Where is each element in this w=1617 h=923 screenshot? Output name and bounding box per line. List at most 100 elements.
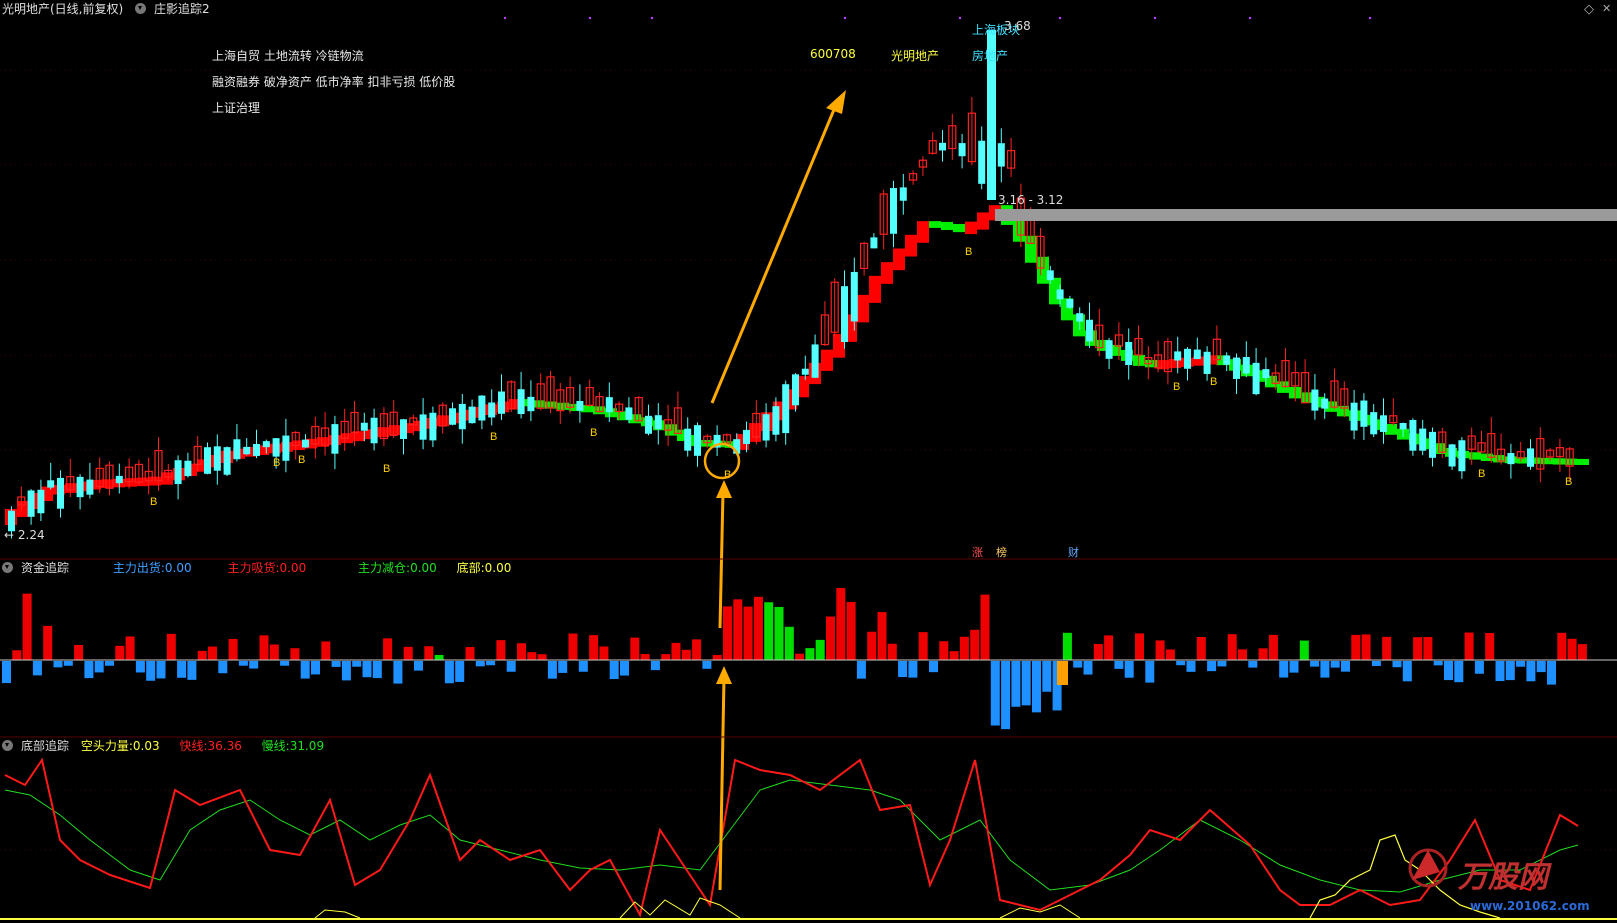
- fund-bar-in: [74, 644, 84, 660]
- candle-body-down: [576, 400, 584, 411]
- candle-body-down: [801, 368, 809, 375]
- candle-body-down: [458, 403, 466, 430]
- candle-body-down: [1242, 357, 1250, 374]
- fund-bar-in: [383, 638, 393, 660]
- buy-marker: B: [298, 454, 305, 466]
- arrow-head-mid: [716, 480, 732, 498]
- candle-body-down: [517, 389, 525, 415]
- candle-body-down: [1321, 398, 1329, 409]
- fund-bar-out: [341, 661, 351, 681]
- trend-segment: [1541, 457, 1553, 465]
- indicator-name[interactable]: 庄影追踪2: [154, 2, 210, 16]
- bottom-track-lines[interactable]: [0, 757, 1617, 920]
- fund-bar-out: [1021, 661, 1031, 706]
- fund-bar-out: [1207, 661, 1217, 672]
- fund-bar-in: [1557, 632, 1567, 660]
- fund-bar-out: [1320, 661, 1330, 678]
- fund-bar-out: [1176, 661, 1186, 666]
- fund-bar-in: [671, 642, 681, 660]
- fund-bar-out: [1124, 661, 1134, 678]
- candle-body-down: [792, 374, 799, 406]
- fund-bar-in: [764, 602, 774, 660]
- fund-bar-out: [547, 661, 557, 679]
- candle-body-down: [272, 438, 280, 457]
- candle-body-down: [184, 460, 192, 477]
- candle-body-down: [57, 477, 64, 509]
- signal-arrows: [703, 90, 846, 891]
- fund-bar-in: [980, 594, 990, 660]
- fund-bar-out: [362, 661, 372, 678]
- candle-body-down: [1448, 444, 1456, 467]
- candle-body-down: [1458, 440, 1466, 472]
- candle-body-down: [939, 142, 946, 151]
- candle-body-down: [174, 460, 182, 485]
- fund-bar-in: [1361, 634, 1371, 660]
- candle-body-down: [997, 143, 1005, 167]
- fund-bar-in: [795, 653, 805, 660]
- fund-bar-in: [1299, 640, 1309, 660]
- fund-bar-in: [774, 606, 784, 660]
- bottom-panel-dropdown-icon[interactable]: [2, 740, 13, 751]
- watermark-logo: [1408, 848, 1448, 888]
- fund-bar-out: [1083, 661, 1093, 675]
- stock-title[interactable]: 光明地产(日线,前复权): [2, 2, 123, 16]
- fund-bar-in: [1238, 649, 1247, 660]
- candle-body-down: [400, 419, 407, 439]
- fund-bar-out: [650, 661, 660, 671]
- bottom-panel-header: 底部追踪 空头力量:0.03 快线:36.36 慢线:31.09: [2, 737, 340, 755]
- fund-bar-out: [1444, 661, 1453, 681]
- event-mark-rise[interactable]: 涨: [972, 544, 983, 560]
- fund-bar-in: [1227, 634, 1237, 660]
- fast-line-legend: 快线:36.36: [179, 739, 242, 753]
- bottom-panel-title[interactable]: 底部追踪: [21, 739, 69, 753]
- close-icon[interactable]: ✕: [1602, 2, 1611, 15]
- buy-marker: B: [590, 427, 597, 439]
- fund-bar-in: [22, 593, 32, 660]
- chart-stage[interactable]: BB BBB BBBB BBB: [0, 0, 1617, 923]
- slow-line-legend: 慢线:31.09: [261, 739, 325, 753]
- fund-bar-in: [589, 635, 599, 660]
- fund-bar-in: [599, 646, 609, 660]
- event-mark-rank[interactable]: 榜: [996, 544, 1007, 560]
- fund-flow-bars[interactable]: [2, 588, 1587, 730]
- candle-body-down: [1409, 419, 1417, 451]
- fund-panel-dropdown-icon[interactable]: [2, 562, 13, 573]
- trend-segment: [905, 234, 917, 257]
- candle-body-down: [1174, 351, 1182, 361]
- fund-bar-out: [1310, 661, 1320, 667]
- top-dot: [1058, 16, 1062, 20]
- candle-body-down: [115, 475, 123, 484]
- fund-bar-in: [939, 641, 949, 660]
- candle-body-down: [1311, 389, 1319, 411]
- candle-body-down: [1350, 402, 1358, 431]
- fund-bar-in: [1464, 632, 1474, 660]
- watermark-brand: 万股网: [1458, 860, 1548, 895]
- fund-bar-out: [898, 661, 908, 678]
- candle-body-down: [370, 417, 378, 444]
- fund-panel-title[interactable]: 资金追踪: [21, 561, 69, 575]
- fund-bar-out: [352, 661, 362, 667]
- trend-segment: [881, 262, 893, 284]
- candle-body-down: [1360, 400, 1368, 427]
- diamond-icon[interactable]: ◇: [1584, 2, 1594, 17]
- fund-bar-in: [1155, 640, 1165, 660]
- event-mark-finance[interactable]: 财: [1068, 544, 1079, 560]
- indicator-dropdown-icon[interactable]: [135, 3, 147, 14]
- fund-bar-out: [1392, 661, 1402, 668]
- fund-bar-in: [970, 629, 980, 660]
- watermark-url: www.201062.com: [1470, 899, 1590, 913]
- fund-bar-in: [1104, 635, 1114, 660]
- fund-bar-in: [753, 596, 763, 660]
- candle-body-down: [772, 406, 780, 435]
- candle-body-down: [223, 447, 231, 475]
- fund-bar-in: [125, 636, 135, 660]
- candle-body-down: [694, 425, 701, 456]
- arrow-head-low: [716, 666, 732, 684]
- candle-body-down: [782, 384, 790, 434]
- trend-segment: [1565, 458, 1577, 465]
- price-high-label: 3.68: [1004, 19, 1031, 33]
- fund-bar-out: [94, 661, 104, 673]
- candle-body-down: [478, 395, 486, 421]
- fund-bar-orange: [1057, 661, 1068, 685]
- candle-body-down: [978, 140, 986, 184]
